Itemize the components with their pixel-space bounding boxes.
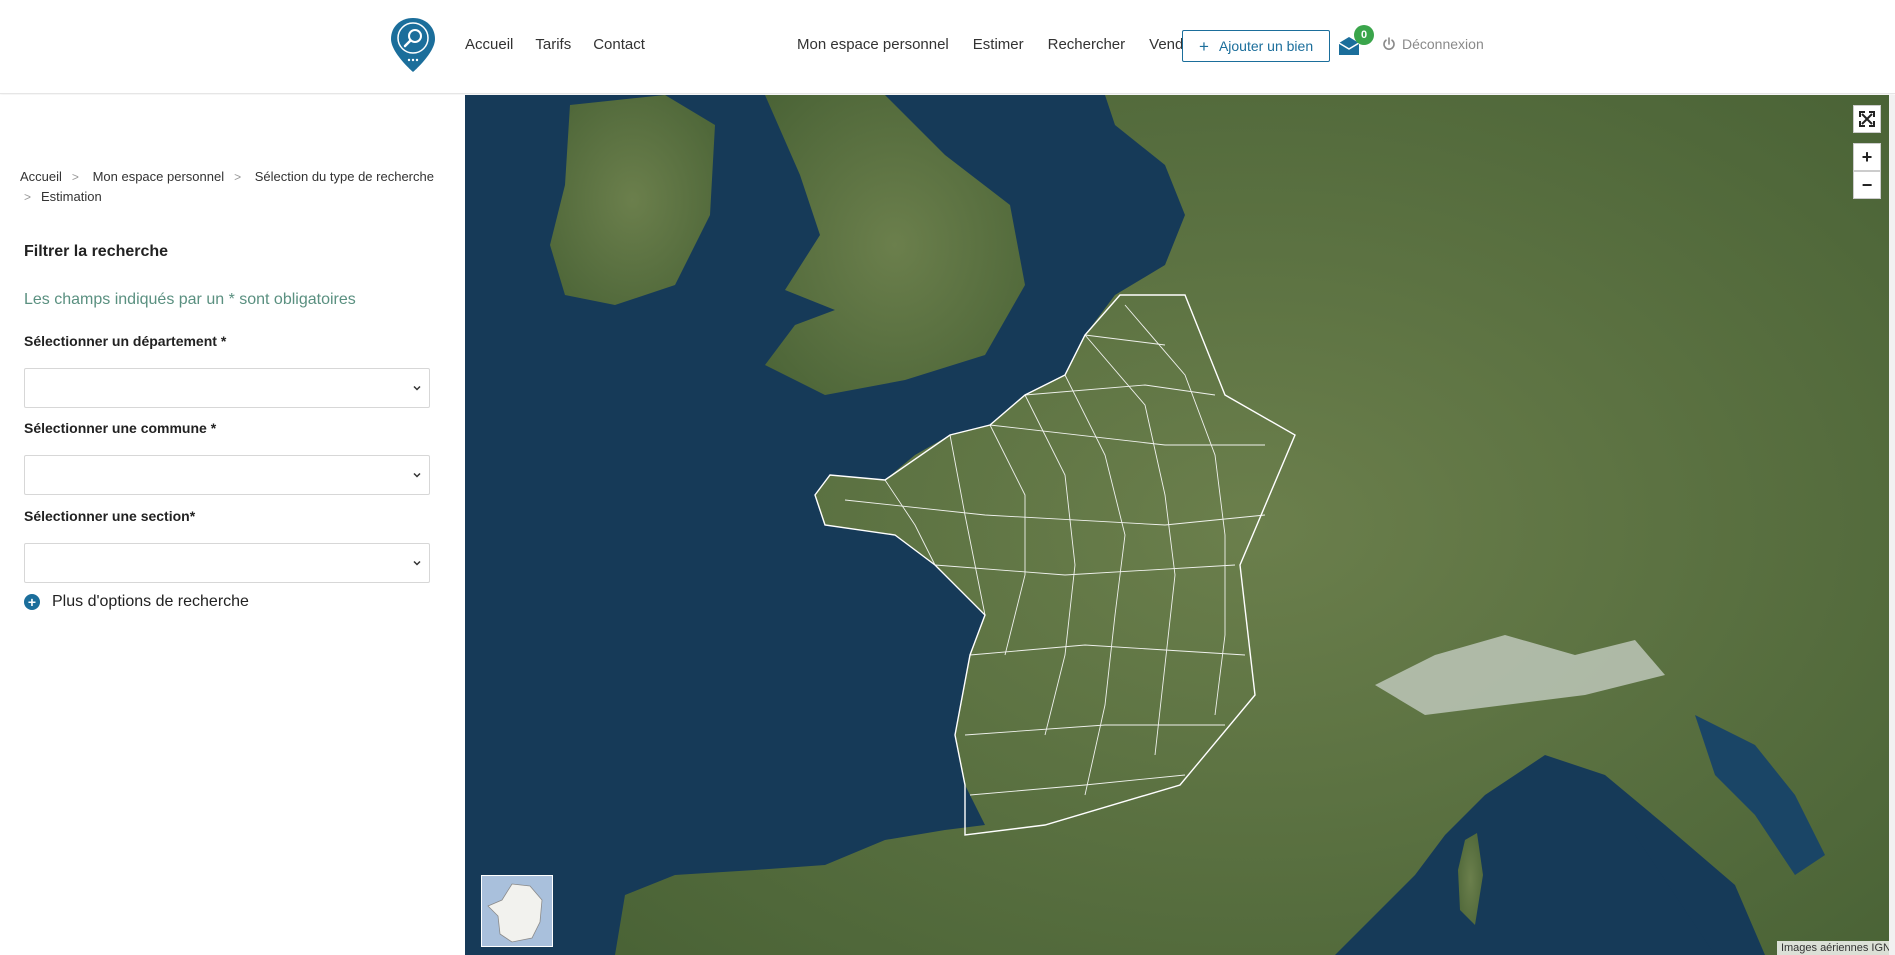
department-label: Sélectionner un département * [24,333,227,349]
map-view[interactable]: + − Images aériennes IGN [465,95,1895,955]
section-label: Sélectionner une section* [24,508,196,524]
chevron-down-icon [413,385,421,391]
page-scrollbar[interactable] [1889,95,1895,955]
zoom-out-button[interactable]: − [1853,171,1881,199]
section-select[interactable] [24,543,430,583]
nav-tarifs[interactable]: Tarifs [535,36,571,53]
breadcrumb-separator-icon: > [234,170,242,184]
nav-rechercher[interactable]: Rechercher [1048,36,1126,53]
map-attribution: Images aériennes IGN [1776,941,1895,955]
zoom-in-button[interactable]: + [1853,143,1881,171]
commune-select[interactable] [24,455,430,495]
required-fields-note: Les champs indiqués par un * sont obliga… [24,291,356,308]
logo-icon[interactable] [389,16,437,74]
nav-contact[interactable]: Contact [593,36,645,53]
breadcrumb: Accueil > Mon espace personnel > Sélection… [20,167,440,207]
mail-count-badge: 0 [1354,25,1374,45]
chevron-down-icon [413,472,421,478]
user-nav: Mon espace personnel Estimer Rechercher … [797,36,1221,53]
top-header: Accueil Tarifs Contact Mon espace person… [0,0,1895,94]
filter-title: Filtrer la recherche [24,243,169,260]
breadcrumb-selection-type[interactable]: Sélection du type de recherche [255,169,434,184]
more-options-label: Plus d'options de recherche [52,593,249,610]
nav-accueil[interactable]: Accueil [465,36,513,53]
plus-icon: + [1199,36,1209,56]
fullscreen-icon [1859,111,1875,127]
minimap-france-icon [482,876,552,946]
more-options-toggle[interactable]: + Plus d'options de recherche [24,593,249,611]
zoom-in-icon: + [1861,147,1873,167]
logout-label: Déconnexion [1402,36,1484,52]
breadcrumb-mon-espace[interactable]: Mon espace personnel [93,169,225,184]
commune-label: Sélectionner une commune * [24,420,217,436]
logout-button[interactable]: Déconnexion [1382,36,1484,52]
main-nav: Accueil Tarifs Contact [465,36,667,53]
add-property-label: Ajouter un bien [1218,38,1314,54]
nav-estimer[interactable]: Estimer [973,36,1024,53]
breadcrumb-separator-icon: > [71,170,79,184]
add-property-button[interactable]: + Ajouter un bien [1182,30,1331,62]
breadcrumb-accueil[interactable]: Accueil [20,169,62,184]
fullscreen-button[interactable] [1853,105,1881,133]
chevron-down-icon [413,560,421,566]
breadcrumb-separator-icon: > [24,190,32,204]
power-icon [1383,37,1395,50]
overview-minimap[interactable] [481,875,553,947]
search-sidebar: Accueil > Mon espace personnel > Sélection… [0,95,465,955]
department-select[interactable] [24,368,430,408]
satellite-map [465,95,1895,955]
plus-circle-icon: + [24,594,40,610]
nav-mon-espace[interactable]: Mon espace personnel [797,36,949,53]
breadcrumb-estimation: Estimation [41,189,102,204]
zoom-out-icon: − [1861,175,1873,195]
